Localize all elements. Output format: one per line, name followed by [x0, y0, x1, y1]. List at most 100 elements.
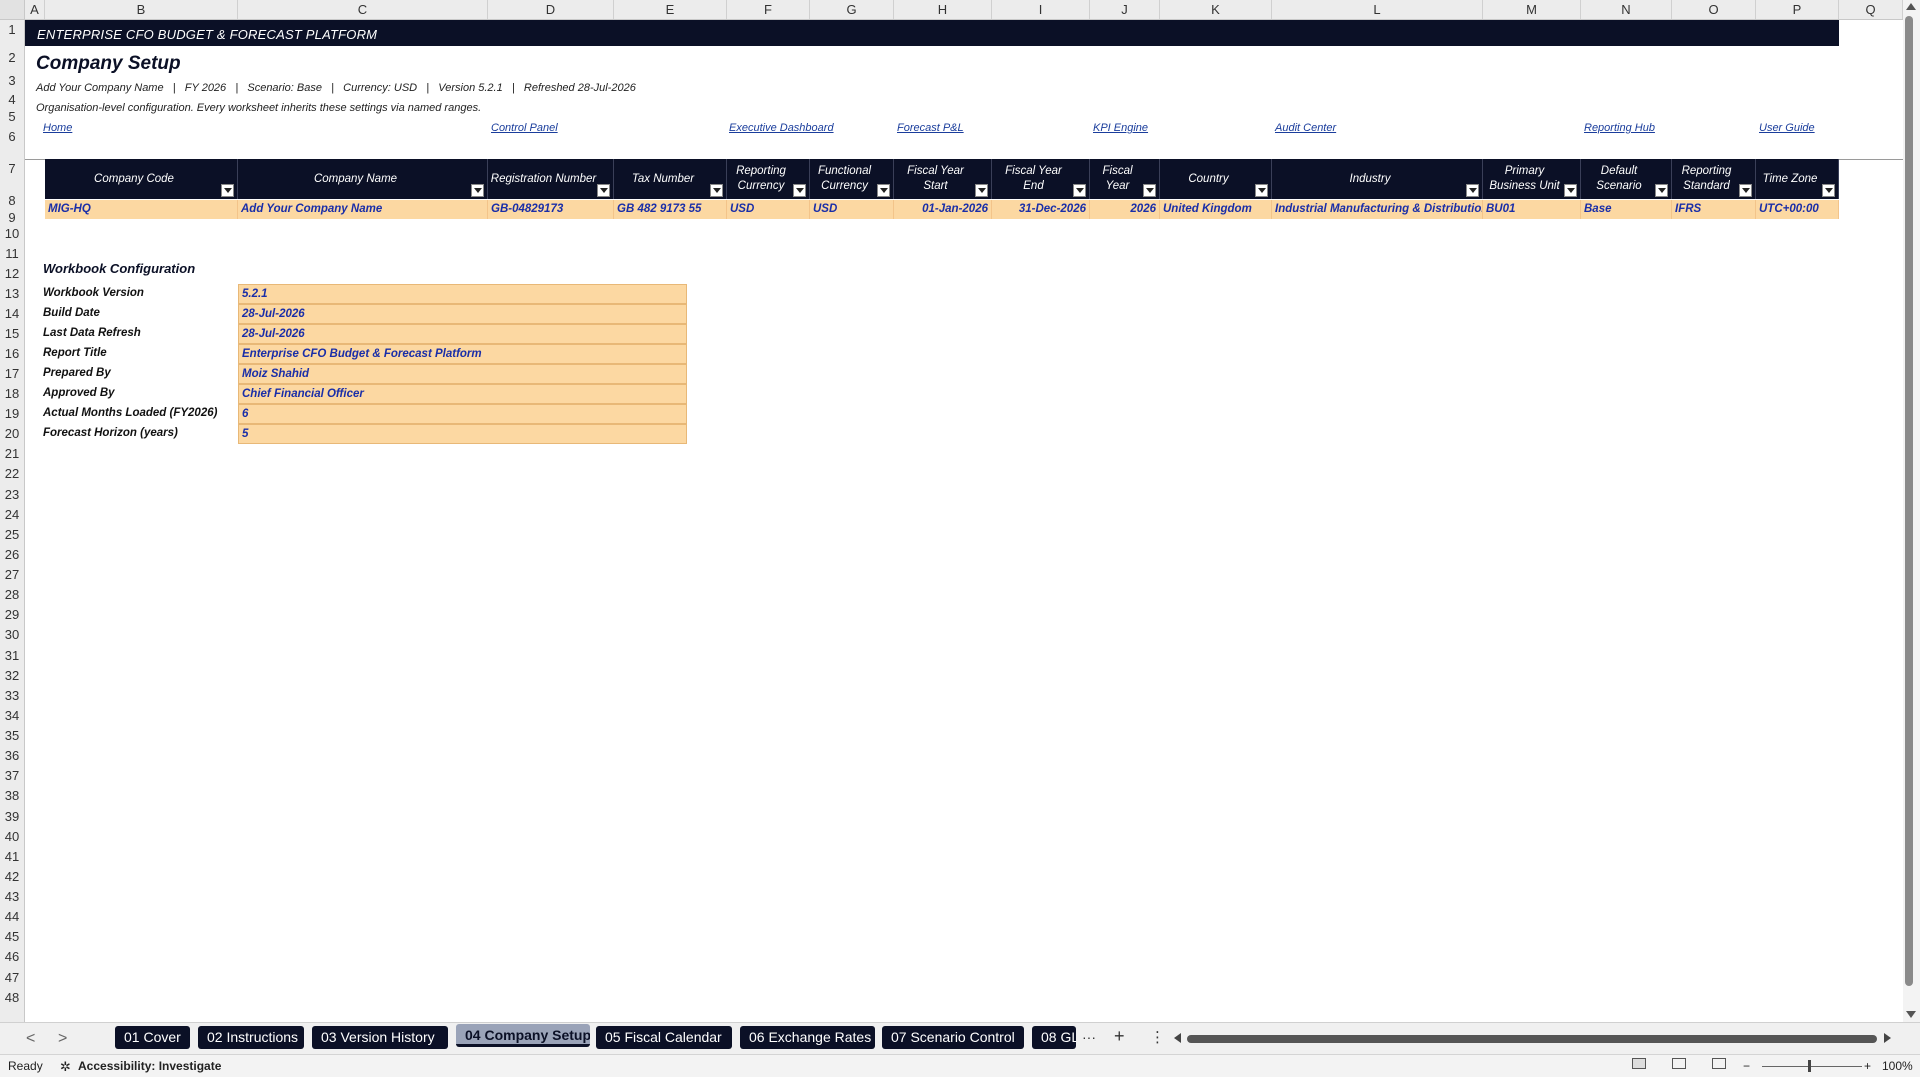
table-cell-functional-currency[interactable]: USD: [810, 200, 894, 219]
table-header-fiscal-year[interactable]: Fiscal Year: [1090, 159, 1160, 199]
config-value[interactable]: 6: [238, 404, 687, 424]
table-cell-primary-business-unit[interactable]: BU01: [1483, 200, 1581, 219]
column-header-e[interactable]: E: [614, 0, 727, 19]
column-header-f[interactable]: F: [727, 0, 810, 19]
column-header-h[interactable]: H: [894, 0, 992, 19]
row-header-18[interactable]: 18: [0, 384, 24, 404]
filter-dropdown-icon[interactable]: [471, 184, 484, 197]
config-value[interactable]: 28-Jul-2026: [238, 304, 687, 324]
table-header-functional-currency[interactable]: Functional Currency: [810, 159, 894, 199]
table-header-company-code[interactable]: Company Code: [45, 159, 238, 199]
column-header-q[interactable]: Q: [1839, 0, 1903, 19]
row-header-48[interactable]: 48: [0, 988, 24, 1008]
row-header-41[interactable]: 41: [0, 847, 24, 867]
table-cell-country[interactable]: United Kingdom: [1160, 200, 1272, 219]
row-header-25[interactable]: 25: [0, 525, 24, 545]
row-header-45[interactable]: 45: [0, 927, 24, 947]
row-header-44[interactable]: 44: [0, 907, 24, 927]
scroll-right-icon[interactable]: [1884, 1033, 1891, 1043]
table-cell-default-scenario[interactable]: Base: [1581, 200, 1672, 219]
column-header-c[interactable]: C: [238, 0, 488, 19]
accessibility-icon[interactable]: ✲: [60, 1059, 71, 1075]
column-header-d[interactable]: D: [488, 0, 614, 19]
table-cell-tax-number[interactable]: GB 482 9173 55: [614, 200, 727, 219]
next-sheet-button[interactable]: >: [58, 1030, 67, 1048]
scroll-left-icon[interactable]: [1174, 1033, 1181, 1043]
column-header-b[interactable]: B: [45, 0, 238, 19]
row-header-38[interactable]: 38: [0, 786, 24, 806]
row-header-39[interactable]: 39: [0, 807, 24, 827]
table-header-time-zone[interactable]: Time Zone: [1756, 159, 1839, 199]
filter-dropdown-icon[interactable]: [1655, 184, 1668, 197]
column-header-p[interactable]: P: [1756, 0, 1839, 19]
vertical-scroll-thumb[interactable]: [1905, 16, 1913, 986]
table-cell-fiscal-year-end[interactable]: 31-Dec-2026: [992, 200, 1090, 219]
column-header-n[interactable]: N: [1581, 0, 1672, 19]
row-header-34[interactable]: 34: [0, 706, 24, 726]
row-header-21[interactable]: 21: [0, 444, 24, 464]
row-header-17[interactable]: 17: [0, 364, 24, 384]
column-header-j[interactable]: J: [1090, 0, 1160, 19]
row-header-14[interactable]: 14: [0, 304, 24, 324]
config-value[interactable]: Moiz Shahid: [238, 364, 687, 384]
filter-dropdown-icon[interactable]: [710, 184, 723, 197]
column-header-g[interactable]: G: [810, 0, 894, 19]
filter-dropdown-icon[interactable]: [877, 184, 890, 197]
config-value[interactable]: 28-Jul-2026: [238, 324, 687, 344]
table-cell-reporting-currency[interactable]: USD: [727, 200, 810, 219]
normal-view-icon[interactable]: [1632, 1058, 1646, 1069]
table-header-country[interactable]: Country: [1160, 159, 1272, 199]
table-cell-reporting-standard[interactable]: IFRS: [1672, 200, 1756, 219]
sheet-tab-03-version-history[interactable]: 03 Version History: [312, 1026, 448, 1049]
row-header-43[interactable]: 43: [0, 887, 24, 907]
scroll-up-icon[interactable]: [1906, 3, 1916, 10]
row-header-19[interactable]: 19: [0, 404, 24, 424]
row-header-35[interactable]: 35: [0, 726, 24, 746]
row-header-3[interactable]: 3: [0, 71, 24, 91]
table-header-reporting-standard[interactable]: Reporting Standard: [1672, 159, 1756, 199]
zoom-in-button[interactable]: +: [1864, 1059, 1871, 1073]
page-break-view-icon[interactable]: [1712, 1058, 1726, 1069]
row-header-47[interactable]: 47: [0, 968, 24, 988]
row-header-10[interactable]: 10: [0, 224, 24, 244]
table-cell-company-code[interactable]: MIG-HQ: [45, 200, 238, 219]
table-cell-time-zone[interactable]: UTC+00:00: [1756, 200, 1839, 219]
table-header-company-name[interactable]: Company Name: [238, 159, 488, 199]
table-header-registration-number[interactable]: Registration Number: [488, 159, 614, 199]
add-sheet-button[interactable]: +: [1114, 1026, 1125, 1047]
zoom-level[interactable]: 100%: [1882, 1059, 1913, 1073]
table-header-industry[interactable]: Industry: [1272, 159, 1483, 199]
table-header-primary-business-unit[interactable]: Primary Business Unit: [1483, 159, 1581, 199]
table-header-tax-number[interactable]: Tax Number: [614, 159, 727, 199]
row-header-15[interactable]: 15: [0, 324, 24, 344]
nav-link-control-panel[interactable]: Control Panel: [491, 122, 558, 134]
table-cell-fiscal-year-start[interactable]: 01-Jan-2026: [894, 200, 992, 219]
row-header-42[interactable]: 42: [0, 867, 24, 887]
row-header-1[interactable]: 1: [0, 20, 24, 40]
row-header-27[interactable]: 27: [0, 565, 24, 585]
row-header-2[interactable]: 2: [0, 48, 24, 68]
row-header-26[interactable]: 26: [0, 545, 24, 565]
column-header-k[interactable]: K: [1160, 0, 1272, 19]
nav-link-executive-dashboard[interactable]: Executive Dashboard: [729, 122, 834, 134]
nav-link-kpi-engine[interactable]: KPI Engine: [1093, 122, 1148, 134]
filter-dropdown-icon[interactable]: [975, 184, 988, 197]
row-header-5[interactable]: 5: [0, 107, 24, 127]
sheet-tab-07-scenario-control[interactable]: 07 Scenario Control: [882, 1026, 1024, 1049]
table-header-fiscal-year-end[interactable]: Fiscal Year End: [992, 159, 1090, 199]
select-all-corner[interactable]: [0, 0, 25, 19]
row-header-29[interactable]: 29: [0, 605, 24, 625]
sheet-tab-08-gl[interactable]: 08 GL: [1032, 1026, 1076, 1049]
config-value[interactable]: 5: [238, 424, 687, 444]
page-layout-view-icon[interactable]: [1672, 1058, 1686, 1069]
row-header-7[interactable]: 7: [0, 147, 24, 188]
filter-dropdown-icon[interactable]: [1073, 184, 1086, 197]
filter-dropdown-icon[interactable]: [1564, 184, 1577, 197]
row-header-16[interactable]: 16: [0, 344, 24, 364]
table-header-reporting-currency[interactable]: Reporting Currency: [727, 159, 810, 199]
config-value[interactable]: Enterprise CFO Budget & Forecast Platfor…: [238, 344, 687, 364]
row-header-23[interactable]: 23: [0, 485, 24, 505]
row-header-11[interactable]: 11: [0, 244, 24, 264]
row-header-36[interactable]: 36: [0, 746, 24, 766]
row-header-37[interactable]: 37: [0, 766, 24, 786]
